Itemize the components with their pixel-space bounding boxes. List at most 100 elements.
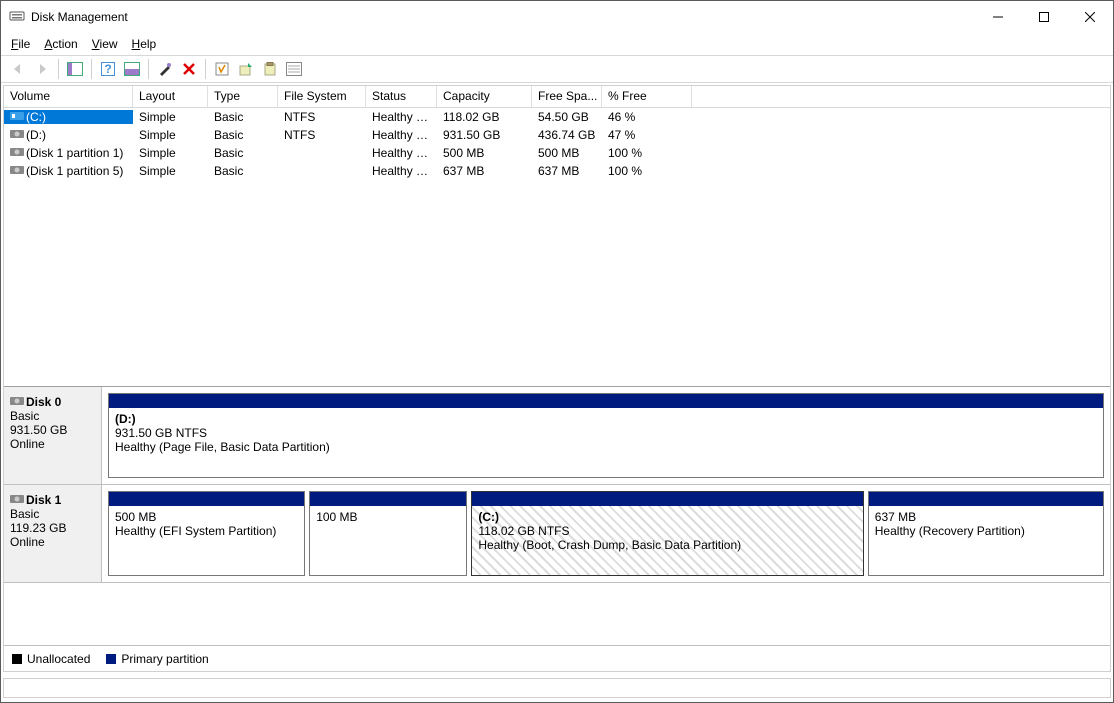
- disk-label[interactable]: Disk 0Basic931.50 GBOnline: [4, 387, 102, 484]
- drive-icon: [10, 110, 24, 124]
- volume-status-cell: Healthy (B...: [366, 110, 437, 124]
- menu-file[interactable]: File: [11, 37, 30, 51]
- volume-filesystem-cell: NTFS: [278, 110, 366, 124]
- close-button[interactable]: [1067, 2, 1113, 32]
- drive-icon: [10, 146, 24, 160]
- column-filesystem[interactable]: File System: [278, 86, 366, 107]
- column-capacity[interactable]: Capacity: [437, 86, 532, 107]
- paste-icon[interactable]: [259, 58, 281, 80]
- disk-management-window: Disk Management File Action View Help ?: [0, 0, 1114, 703]
- volume-freespace-cell: 54.50 GB: [532, 110, 602, 124]
- volume-pctfree-cell: 100 %: [602, 164, 692, 178]
- legend-primary-swatch: [106, 654, 116, 664]
- volume-name-cell: (Disk 1 partition 1): [4, 146, 133, 160]
- properties-button[interactable]: [211, 58, 233, 80]
- volume-status-cell: Healthy (E...: [366, 146, 437, 160]
- disk-status: Online: [10, 437, 95, 451]
- volume-filesystem-cell: NTFS: [278, 128, 366, 142]
- disk-graphical-pane[interactable]: Disk 0Basic931.50 GBOnline(D:)931.50 GB …: [4, 387, 1110, 671]
- volume-name-cell: (C:): [4, 110, 133, 124]
- partition[interactable]: 100 MB: [309, 491, 467, 576]
- volume-status-cell: Healthy (P...: [366, 128, 437, 142]
- column-freespace[interactable]: Free Spa...: [532, 86, 602, 107]
- volume-type-cell: Basic: [208, 164, 278, 178]
- partition[interactable]: 500 MBHealthy (EFI System Partition): [108, 491, 305, 576]
- volume-type-cell: Basic: [208, 128, 278, 142]
- column-pctfree[interactable]: % Free: [602, 86, 692, 107]
- svg-text:?: ?: [104, 62, 111, 76]
- disk-title: Disk 1: [26, 493, 61, 507]
- disk-partitions: 500 MBHealthy (EFI System Partition) 100 …: [102, 485, 1110, 582]
- window-title: Disk Management: [31, 10, 128, 24]
- volume-type-cell: Basic: [208, 110, 278, 124]
- partition-size: 931.50 GB NTFS: [115, 426, 1097, 440]
- volume-freespace-cell: 500 MB: [532, 146, 602, 160]
- menu-action[interactable]: Action: [44, 37, 77, 51]
- partition[interactable]: (D:)931.50 GB NTFSHealthy (Page File, Ba…: [108, 393, 1104, 478]
- volume-row[interactable]: (D:)SimpleBasicNTFSHealthy (P...931.50 G…: [4, 126, 1110, 144]
- partition[interactable]: (C:)118.02 GB NTFSHealthy (Boot, Crash D…: [471, 491, 863, 576]
- volume-capacity-cell: 931.50 GB: [437, 128, 532, 142]
- volume-name-cell: (D:): [4, 128, 133, 142]
- content-area: Volume Layout Type File System Status Ca…: [3, 85, 1111, 672]
- back-button: [7, 58, 29, 80]
- toolbar: ?: [1, 55, 1113, 83]
- partition-color-bar: [869, 492, 1103, 506]
- partition-color-bar: [310, 492, 466, 506]
- disk-type: Basic: [10, 409, 95, 423]
- drive-icon: [10, 164, 24, 178]
- legend-primary-label: Primary partition: [121, 652, 208, 666]
- volume-pctfree-cell: 47 %: [602, 128, 692, 142]
- volume-row[interactable]: (C:)SimpleBasicNTFSHealthy (B...118.02 G…: [4, 108, 1110, 126]
- partition-color-bar: [109, 394, 1103, 408]
- column-type[interactable]: Type: [208, 86, 278, 107]
- forward-button: [31, 58, 53, 80]
- partition-label: (D:): [115, 412, 1097, 426]
- show-hide-console-tree-button[interactable]: [64, 58, 86, 80]
- volume-list-pane[interactable]: Volume Layout Type File System Status Ca…: [4, 86, 1110, 387]
- column-layout[interactable]: Layout: [133, 86, 208, 107]
- column-volume[interactable]: Volume: [4, 86, 133, 107]
- statusbar: [3, 678, 1111, 698]
- menu-view[interactable]: View: [92, 37, 118, 51]
- volume-row[interactable]: (Disk 1 partition 1)SimpleBasic Healthy (…: [4, 144, 1110, 162]
- legend-unallocated-label: Unallocated: [27, 652, 90, 666]
- volume-layout-cell: Simple: [133, 146, 208, 160]
- partition-size: 100 MB: [316, 510, 460, 524]
- view-settings-button[interactable]: [121, 58, 143, 80]
- drive-icon: [10, 128, 24, 142]
- partition-color-bar: [109, 492, 304, 506]
- delete-button[interactable]: [178, 58, 200, 80]
- wizard-icon[interactable]: [154, 58, 176, 80]
- menubar: File Action View Help: [1, 33, 1113, 55]
- volume-type-cell: Basic: [208, 146, 278, 160]
- extend-volume-icon[interactable]: [235, 58, 257, 80]
- minimize-button[interactable]: [975, 2, 1021, 32]
- disk-size: 119.23 GB: [10, 521, 95, 535]
- disk-label[interactable]: Disk 1Basic119.23 GBOnline: [4, 485, 102, 582]
- volume-layout-cell: Simple: [133, 110, 208, 124]
- volume-layout-cell: Simple: [133, 164, 208, 178]
- disk-row: Disk 0Basic931.50 GBOnline(D:)931.50 GB …: [4, 387, 1110, 485]
- menu-help[interactable]: Help: [132, 37, 157, 51]
- app-icon: [9, 8, 25, 27]
- partition-size: 500 MB: [115, 510, 298, 524]
- maximize-button[interactable]: [1021, 2, 1067, 32]
- disk-icon: [10, 395, 24, 409]
- volume-freespace-cell: 436.74 GB: [532, 128, 602, 142]
- column-headers: Volume Layout Type File System Status Ca…: [4, 86, 1110, 108]
- volume-freespace-cell: 637 MB: [532, 164, 602, 178]
- help-button[interactable]: ?: [97, 58, 119, 80]
- volume-capacity-cell: 118.02 GB: [437, 110, 532, 124]
- volume-name-cell: (Disk 1 partition 5): [4, 164, 133, 178]
- volume-pctfree-cell: 46 %: [602, 110, 692, 124]
- partition[interactable]: 637 MBHealthy (Recovery Partition): [868, 491, 1104, 576]
- volume-capacity-cell: 637 MB: [437, 164, 532, 178]
- legend: Unallocated Primary partition: [4, 645, 1110, 671]
- volume-layout-cell: Simple: [133, 128, 208, 142]
- list-icon[interactable]: [283, 58, 305, 80]
- volume-row[interactable]: (Disk 1 partition 5)SimpleBasicHealthy (…: [4, 162, 1110, 180]
- volume-pctfree-cell: 100 %: [602, 146, 692, 160]
- column-status[interactable]: Status: [366, 86, 437, 107]
- partition-label: (C:): [478, 510, 856, 524]
